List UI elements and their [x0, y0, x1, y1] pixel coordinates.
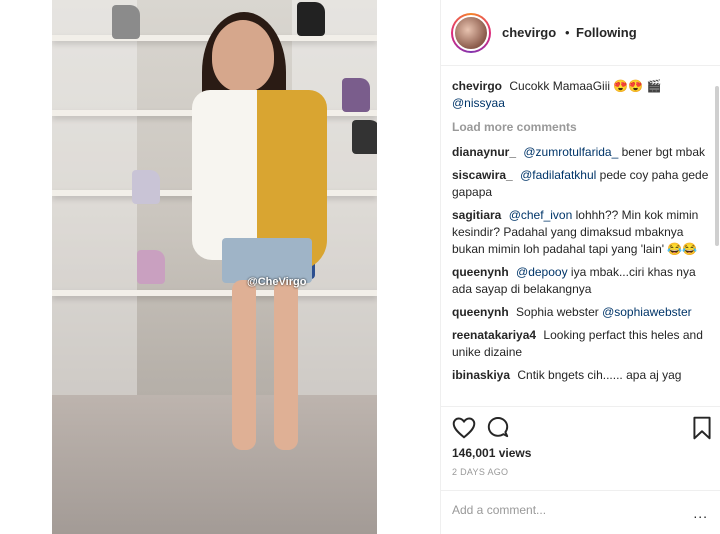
comment-item: ibinaskiya Cntik bngets cih...... apa aj…	[452, 367, 710, 384]
caption-text: Cucokk MamaaGiii 😍😍 🎬	[509, 79, 662, 93]
shoe	[137, 250, 165, 284]
header-username[interactable]: chevirgo	[502, 25, 556, 40]
comment-username[interactable]: siscawira_	[452, 168, 513, 182]
comment-icon[interactable]	[485, 415, 511, 441]
view-count[interactable]: 146,001 views	[452, 446, 531, 460]
person-head	[212, 20, 274, 92]
shelf	[52, 290, 377, 296]
following-button[interactable]: Following	[576, 25, 637, 40]
comment-mention[interactable]: @zumrotulfarida_	[523, 145, 618, 159]
comment-text: Sophia webster	[516, 305, 599, 319]
comment-list[interactable]: chevirgo Cucokk MamaaGiii 😍😍 🎬 @nissyaa …	[441, 66, 720, 406]
comment-username[interactable]: queenynh	[452, 265, 509, 279]
bookmark-icon[interactable]	[689, 415, 715, 441]
comment-item: queenynh Sophia webster @sophiawebster	[452, 304, 710, 321]
comment-mention[interactable]: @fadilafatkhul	[520, 168, 596, 182]
comment-username[interactable]: reenatakariya4	[452, 328, 536, 342]
scrollbar-thumb[interactable]	[715, 86, 719, 246]
post-timestamp[interactable]: 2 DAYS AGO	[452, 467, 508, 477]
action-bar	[441, 406, 720, 446]
comment-item: queenynh @depooy iya mbak...ciri khas ny…	[452, 264, 710, 298]
comment-item: reenatakariya4 Looking perfact this hele…	[452, 327, 710, 361]
heart-icon[interactable]	[451, 415, 477, 441]
add-comment-input[interactable]	[452, 503, 652, 517]
post-side-panel: chevirgo • Following chevirgo Cucokk Mam…	[441, 0, 720, 534]
post-video[interactable]: @CheVirgo	[52, 0, 377, 534]
comment-text: bener bgt mbak	[621, 145, 705, 159]
post-caption: chevirgo Cucokk MamaaGiii 😍😍 🎬 @nissyaa	[452, 78, 710, 112]
comment-username[interactable]: queenynh	[452, 305, 509, 319]
avatar[interactable]	[451, 13, 491, 53]
shoe	[112, 5, 140, 39]
person-top	[192, 90, 262, 260]
post-header: chevirgo • Following	[441, 0, 720, 66]
video-watermark: @CheVirgo	[247, 276, 307, 288]
comment-mention[interactable]: @chef_ivon	[509, 208, 573, 222]
caption-username[interactable]: chevirgo	[452, 79, 502, 93]
comment-username[interactable]: sagitiara	[452, 208, 501, 222]
shoe	[342, 78, 370, 112]
comment-username[interactable]: ibinaskiya	[452, 368, 510, 382]
comment-text: Cntik bngets cih...... apa aj yag	[517, 368, 682, 382]
comment-item: dianaynur_ @zumrotulfarida_ bener bgt mb…	[452, 144, 710, 161]
comment-item: siscawira_ @fadilafatkhul pede coy paha …	[452, 167, 710, 201]
comment-mention[interactable]: @depooy	[516, 265, 568, 279]
header-separator: •	[565, 25, 570, 40]
comment-item: sagitiara @chef_ivon lohhh?? Min kok mim…	[452, 207, 710, 258]
floor	[52, 395, 377, 534]
load-more-comments[interactable]: Load more comments	[452, 120, 710, 134]
shoe	[132, 170, 160, 204]
comment-mention[interactable]: @sophiawebster	[602, 305, 692, 319]
shoe	[352, 120, 377, 154]
comment-username[interactable]: dianaynur_	[452, 145, 516, 159]
person-leg	[274, 280, 298, 450]
comments-scrollbar[interactable]	[714, 66, 720, 406]
wall-panel	[52, 0, 137, 395]
add-comment-bar: ...	[441, 490, 720, 534]
more-options-button[interactable]: ...	[693, 505, 708, 521]
caption-mention[interactable]: @nissyaa	[452, 96, 505, 110]
shoe	[297, 2, 325, 36]
person-leg	[232, 280, 256, 450]
